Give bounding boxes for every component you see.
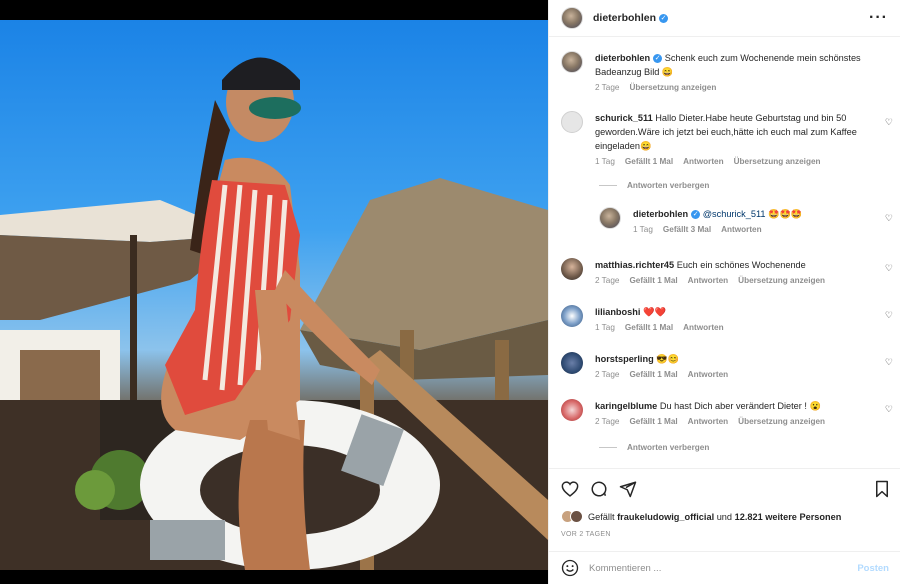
emoji-icon[interactable] (561, 559, 579, 577)
comment-age: 1 Tag (595, 323, 615, 332)
reply-row: dieterbohlen ✓ @schurick_511 🤩🤩🤩 1 Tag Gef… (599, 207, 891, 234)
post-actions: Gefällt fraukeludowig_official und 12.82… (549, 468, 900, 550)
comment-list: dieterbohlen ✓ Schenk euch zum Wochenende… (549, 37, 900, 468)
reply-button[interactable]: Antworten (683, 323, 723, 332)
reply-mention[interactable]: @schurick_511 (703, 209, 766, 219)
heart-icon[interactable]: ♡ (885, 213, 893, 224)
reply-button[interactable]: Antworten (721, 225, 761, 234)
likes-summary: Gefällt fraukeludowig_official und 12.82… (561, 510, 841, 523)
caption-age: 2 Tage (595, 83, 620, 92)
comment-age: 2 Tage (595, 276, 620, 285)
verified-icon: ✓ (653, 54, 663, 64)
comment-username[interactable]: matthias.richter45 (595, 260, 674, 270)
comment-text: 😎😊 (656, 354, 680, 364)
reply-button[interactable]: Antworten (688, 417, 728, 426)
liker-avatar (570, 510, 583, 523)
comment-likes[interactable]: Gefällt 1 Mal (625, 157, 673, 166)
comment-likes[interactable]: Gefällt 1 Mal (629, 417, 677, 426)
caption-translate-link[interactable]: Übersetzung anzeigen (629, 83, 716, 92)
reply-button[interactable]: Antworten (688, 370, 728, 379)
reply-username[interactable]: dieterbohlen (633, 209, 688, 219)
caption-avatar[interactable] (561, 51, 583, 73)
comment-row: karingelblume Du hast Dich aber veränder… (561, 399, 891, 426)
more-icon[interactable]: ··· (869, 9, 888, 27)
comment-text: ❤️❤️ (643, 307, 666, 317)
commenter-avatar[interactable] (561, 399, 583, 421)
comment-composer: Posten (549, 551, 900, 584)
comment-row: schurick_511 Hallo Dieter.Habe heute Geb… (561, 111, 891, 166)
verified-icon: ✓ (659, 13, 669, 23)
caption-row: dieterbohlen ✓ Schenk euch zum Wochenende… (561, 51, 891, 92)
verified-icon: ✓ (691, 210, 701, 220)
comment-row: horstsperling 😎😊 2 Tage Gefällt 1 Mal Antw… (561, 352, 891, 379)
comment-age: 2 Tage (595, 370, 620, 379)
comment-username[interactable]: horstsperling (595, 354, 654, 364)
commenter-avatar[interactable] (561, 258, 583, 280)
comment-icon[interactable] (588, 478, 610, 500)
comment-row: matthias.richter45 Euch ein schönes Woch… (561, 258, 891, 285)
likes-others-link[interactable]: 12.821 weitere Personen (735, 512, 842, 522)
heart-icon[interactable]: ♡ (885, 263, 893, 274)
hide-replies-button[interactable]: Antworten verbergen (599, 181, 709, 190)
author-avatar[interactable] (561, 7, 583, 29)
likes-and: und (716, 511, 733, 522)
comment-likes[interactable]: Gefällt 1 Mal (625, 323, 673, 332)
reply-avatar[interactable] (599, 207, 621, 229)
post-sidebar: dieterbohlen ✓ ··· dieterbohlen ✓ Schenk … (548, 0, 900, 584)
reply-button[interactable]: Antworten (688, 276, 728, 285)
post-date[interactable]: VOR 2 TAGEN (561, 531, 611, 538)
commenter-avatar[interactable] (561, 305, 583, 327)
hide-replies-button[interactable]: Antworten verbergen (599, 443, 709, 452)
translate-link[interactable]: Übersetzung anzeigen (734, 157, 821, 166)
likes-prefix: Gefällt (588, 511, 615, 522)
heart-icon[interactable]: ♡ (885, 310, 893, 321)
post-media-area (0, 0, 548, 584)
heart-icon[interactable]: ♡ (885, 117, 893, 128)
comment-username[interactable]: karingelblume (595, 401, 657, 411)
commenter-avatar[interactable] (561, 352, 583, 374)
translate-link[interactable]: Übersetzung anzeigen (738, 417, 825, 426)
share-icon[interactable] (617, 478, 639, 500)
comment-text: Euch ein schönes Wochenende (676, 260, 806, 270)
comment-age: 1 Tag (595, 157, 615, 166)
liker-username[interactable]: fraukeludowig_official (617, 512, 714, 522)
reply-text: 🤩🤩🤩 (768, 209, 803, 219)
beach-scene-illustration (0, 57, 548, 570)
comment-username[interactable]: schurick_511 (595, 113, 653, 123)
translate-link[interactable]: Übersetzung anzeigen (738, 276, 825, 285)
post-comment-button[interactable]: Posten (857, 563, 889, 574)
heart-icon[interactable] (559, 478, 581, 500)
commenter-avatar[interactable] (561, 111, 583, 133)
comment-username[interactable]: lilianboshi (595, 307, 640, 317)
caption-username[interactable]: dieterbohlen (595, 53, 650, 63)
heart-icon[interactable]: ♡ (885, 357, 893, 368)
comment-text: Du hast Dich aber verändert Dieter ! 😮 (659, 401, 821, 411)
post-photo[interactable] (0, 20, 548, 570)
comment-likes[interactable]: Gefällt 1 Mal (629, 276, 677, 285)
reply-button[interactable]: Antworten (683, 157, 723, 166)
comment-likes[interactable]: Gefällt 1 Mal (629, 370, 677, 379)
comment-input[interactable] (589, 562, 839, 574)
comment-age: 2 Tage (595, 417, 620, 426)
reply-age: 1 Tag (633, 225, 653, 234)
author-username[interactable]: dieterbohlen (593, 12, 656, 24)
post-header: dieterbohlen ✓ ··· (549, 0, 900, 37)
heart-icon[interactable]: ♡ (885, 404, 893, 415)
bookmark-icon[interactable] (871, 478, 893, 500)
reply-likes[interactable]: Gefällt 3 Mal (663, 225, 711, 234)
comment-row: lilianboshi ❤️❤️ 1 Tag Gefällt 1 Mal Antwo… (561, 305, 891, 332)
